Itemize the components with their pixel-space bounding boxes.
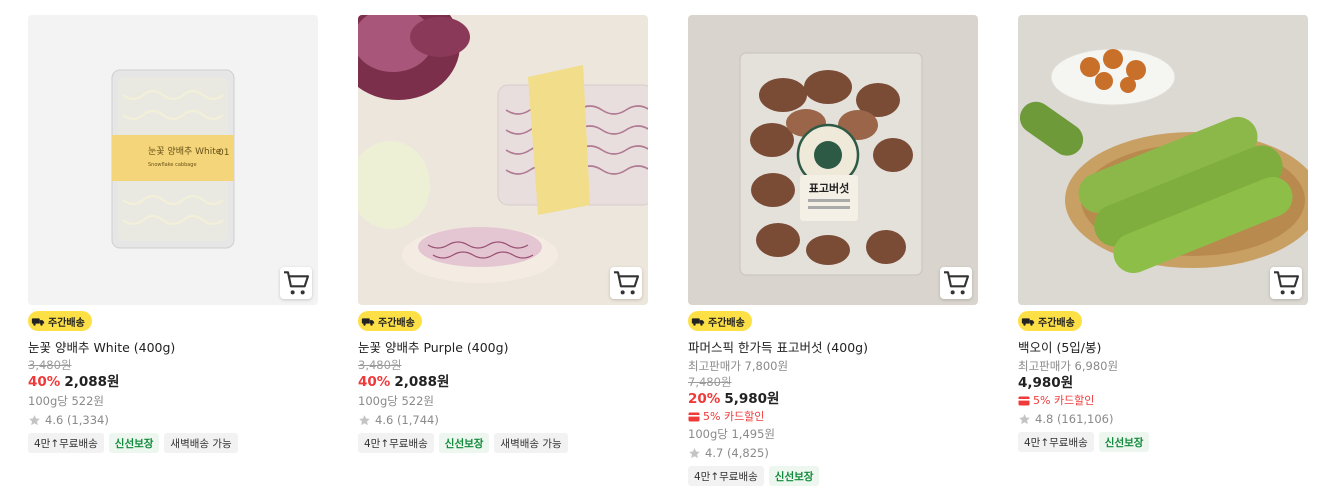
- card-discount: 5% 카드할인: [1018, 393, 1308, 409]
- rating: 4.6 (1,334): [28, 411, 318, 429]
- badge-label: 주간배송: [708, 317, 745, 329]
- credit-card-icon: [688, 412, 700, 422]
- svg-text:01: 01: [218, 148, 229, 158]
- rating: 4.6 (1,744): [358, 411, 648, 429]
- tag-list: 4만↑무료배송 신선보장: [688, 466, 978, 486]
- cart-icon: [614, 271, 640, 295]
- sale-price: 2,088원: [64, 374, 120, 390]
- star-icon: [1019, 413, 1030, 424]
- highest-price-label: 최고판매가 6,980원: [1018, 359, 1119, 373]
- add-to-cart-button[interactable]: [1270, 267, 1302, 299]
- tag-free-shipping: 4만↑무료배송: [358, 433, 434, 453]
- badge-label: 주간배송: [1038, 317, 1075, 329]
- svg-text:표고버섯: 표고버섯: [809, 181, 849, 195]
- product-title[interactable]: 눈꽃 양배추 White (400g): [28, 339, 318, 357]
- tag-free-shipping: 4만↑무료배송: [1018, 432, 1094, 452]
- tag-fresh-guarantee: 신선보장: [768, 466, 820, 486]
- cart-icon: [284, 271, 310, 295]
- product-title[interactable]: 파머스픽 한가득 표고버섯 (400g): [688, 339, 978, 357]
- tag-free-shipping: 4만↑무료배송: [28, 433, 104, 453]
- cart-icon: [1274, 271, 1300, 295]
- card-discount-label: 5% 카드할인: [703, 410, 765, 423]
- weekly-delivery-badge: 주간배송: [688, 311, 752, 331]
- delivery-truck-icon: [361, 318, 375, 326]
- original-price: 7,480원: [688, 375, 732, 389]
- tag-free-shipping: 4만↑무료배송: [688, 466, 764, 486]
- unit-price: 100g당 522원: [28, 394, 105, 408]
- tag-fresh-guarantee: 신선보장: [108, 433, 160, 453]
- tag-list: 4만↑무료배송 신선보장: [1018, 432, 1308, 452]
- product-card[interactable]: 눈꽃 양배추 White Snowflake cabbage 01 주간배송 눈…: [28, 15, 318, 453]
- original-price: 3,480원: [358, 358, 402, 372]
- tag-fresh-guarantee: 신선보장: [1098, 432, 1150, 452]
- price-row: 4,980원: [1018, 374, 1308, 393]
- weekly-delivery-badge: 주간배송: [358, 311, 422, 331]
- price-row: 20% 5,980원: [688, 390, 978, 409]
- sale-price: 2,088원: [394, 374, 450, 390]
- unit-price: 100g당 1,495원: [688, 427, 775, 441]
- delivery-truck-icon: [31, 318, 45, 326]
- add-to-cart-button[interactable]: [610, 267, 642, 299]
- sale-price: 5,980원: [724, 391, 780, 407]
- tag-list: 4만↑무료배송 신선보장 새벽배송 가능: [28, 433, 318, 453]
- product-image[interactable]: [358, 15, 648, 305]
- star-icon: [29, 414, 40, 425]
- original-price: 3,480원: [28, 358, 72, 372]
- rating: 4.7 (4,825): [688, 444, 978, 462]
- weekly-delivery-badge: 주간배송: [28, 311, 92, 331]
- product-image[interactable]: [1018, 15, 1308, 305]
- product-photo-cucumber: [1018, 15, 1308, 305]
- rating: 4.8 (161,106): [1018, 410, 1308, 428]
- svg-text:Snowflake cabbage: Snowflake cabbage: [148, 162, 197, 168]
- price-row: 40% 2,088원: [358, 373, 648, 392]
- product-card[interactable]: 표고버섯 주간배송 파머스픽 한가득 표고버섯 (400g) 최고판매가 7,8…: [688, 15, 978, 486]
- delivery-truck-icon: [691, 318, 705, 326]
- star-icon: [359, 414, 370, 425]
- unit-price: 100g당 522원: [358, 394, 435, 408]
- svg-text:눈꽃 양배추 White: 눈꽃 양배추 White: [148, 146, 222, 157]
- card-discount: 5% 카드할인: [688, 409, 978, 425]
- product-title[interactable]: 백오이 (5입/봉): [1018, 339, 1308, 357]
- highest-price-label: 최고판매가 7,800원: [688, 359, 789, 373]
- rating-value: 4.6 (1,744): [375, 413, 439, 427]
- product-photo-shiitake: 표고버섯: [688, 15, 978, 305]
- product-grid: 눈꽃 양배추 White Snowflake cabbage 01 주간배송 눈…: [28, 15, 1308, 495]
- credit-card-icon: [1018, 396, 1030, 406]
- product-photo-white-cabbage: 눈꽃 양배추 White Snowflake cabbage 01: [28, 15, 318, 305]
- product-image[interactable]: 눈꽃 양배추 White Snowflake cabbage 01: [28, 15, 318, 305]
- rating-value: 4.6 (1,334): [45, 413, 109, 427]
- product-photo-purple-cabbage: [358, 15, 648, 305]
- card-discount-label: 5% 카드할인: [1033, 394, 1095, 407]
- weekly-delivery-badge: 주간배송: [1018, 311, 1082, 331]
- tag-dawn-delivery: 새벽배송 가능: [164, 433, 238, 453]
- discount-rate: 40%: [358, 374, 391, 390]
- rating-value: 4.7 (4,825): [705, 446, 769, 460]
- product-card[interactable]: 주간배송 백오이 (5입/봉) 최고판매가 6,980원 4,980원 5% 카…: [1018, 15, 1308, 452]
- price-row: 40% 2,088원: [28, 373, 318, 392]
- discount-rate: 40%: [28, 374, 61, 390]
- product-title[interactable]: 눈꽃 양배추 Purple (400g): [358, 339, 648, 357]
- sale-price: 4,980원: [1018, 375, 1074, 391]
- add-to-cart-button[interactable]: [280, 267, 312, 299]
- cart-icon: [944, 271, 970, 295]
- product-card[interactable]: 주간배송 눈꽃 양배추 Purple (400g) 3,480원 40% 2,08…: [358, 15, 648, 453]
- tag-fresh-guarantee: 신선보장: [438, 433, 490, 453]
- tag-dawn-delivery: 새벽배송 가능: [494, 433, 568, 453]
- star-icon: [689, 447, 700, 458]
- rating-value: 4.8 (161,106): [1035, 412, 1114, 426]
- product-image[interactable]: 표고버섯: [688, 15, 978, 305]
- tag-list: 4만↑무료배송 신선보장 새벽배송 가능: [358, 433, 648, 453]
- delivery-truck-icon: [1021, 318, 1035, 326]
- add-to-cart-button[interactable]: [940, 267, 972, 299]
- badge-label: 주간배송: [48, 317, 85, 329]
- badge-label: 주간배송: [378, 317, 415, 329]
- discount-rate: 20%: [688, 391, 721, 407]
